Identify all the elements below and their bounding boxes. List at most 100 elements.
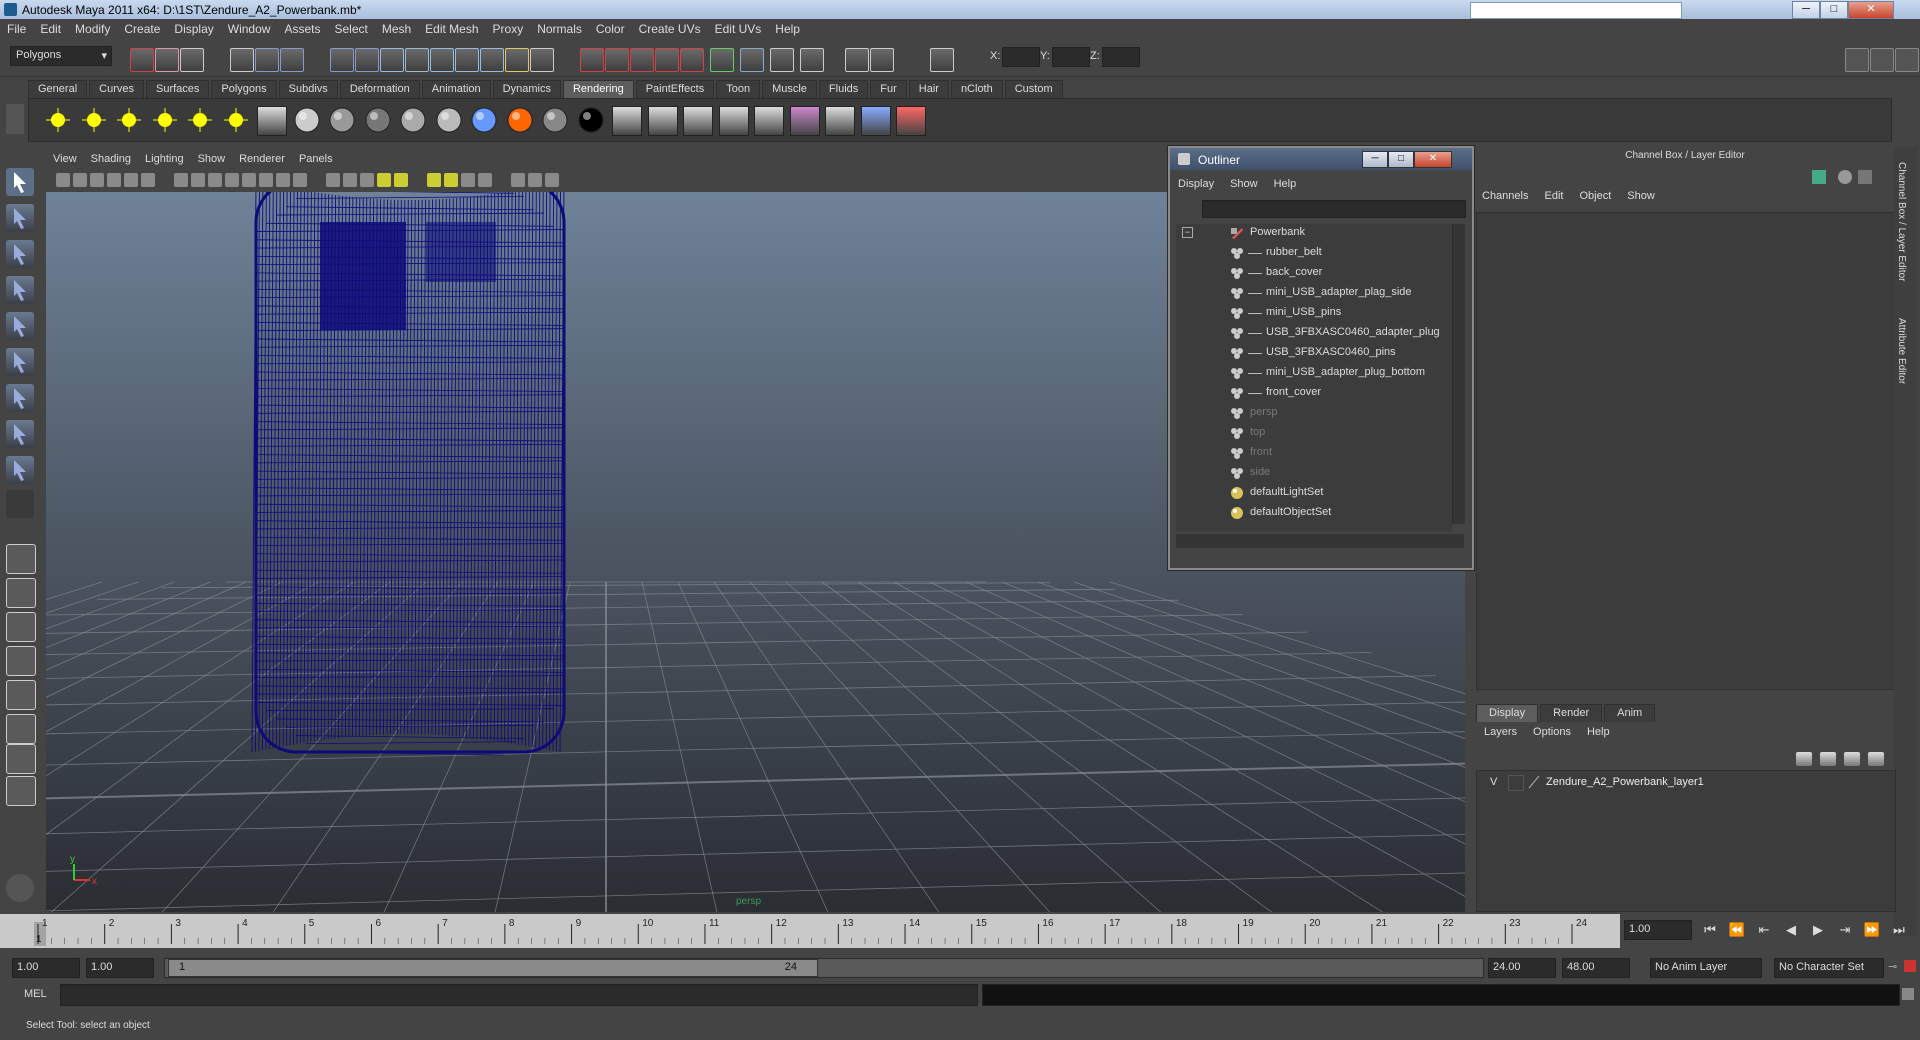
panel-toolbar-icon[interactable] xyxy=(90,173,104,187)
lasso-tool-icon[interactable] xyxy=(6,204,34,232)
panel-toolbar-icon[interactable] xyxy=(56,173,70,187)
layer-visibility-toggle[interactable]: V xyxy=(1490,776,1497,788)
show-manipulator-icon[interactable] xyxy=(6,456,34,484)
shelf-tab-subdivs[interactable]: Subdivs xyxy=(278,80,338,98)
hypershade-layout-icon[interactable] xyxy=(6,680,36,710)
z-coord-field[interactable] xyxy=(1102,47,1140,67)
render-settings-icon[interactable] xyxy=(754,106,784,136)
status-tool-icon[interactable] xyxy=(605,48,629,72)
shelf-tab-rendering[interactable]: Rendering xyxy=(562,80,634,98)
ramp-shader-icon[interactable] xyxy=(470,106,498,134)
panel-toolbar-icon[interactable] xyxy=(427,173,441,187)
panel-toolbar-icon[interactable] xyxy=(107,173,121,187)
layout-menu-icon[interactable] xyxy=(6,776,36,806)
camera-icon[interactable] xyxy=(257,106,287,136)
y-coord-field[interactable] xyxy=(1052,47,1090,67)
status-tool-icon[interactable] xyxy=(655,48,679,72)
shelf-tab-surfaces[interactable]: Surfaces xyxy=(145,80,210,98)
key-icon[interactable]: ⊸ xyxy=(1888,960,1897,973)
panel-toolbar-icon[interactable] xyxy=(191,173,205,187)
panel-toolbar-icon[interactable] xyxy=(461,173,475,187)
outliner-item[interactable]: back_cover xyxy=(1176,264,1446,282)
attribute-editor-side-tab[interactable]: Attribute Editor xyxy=(1896,318,1907,384)
step-forward-frame-icon[interactable]: ⇥ xyxy=(1835,922,1855,938)
ambient-light-icon[interactable] xyxy=(44,106,72,134)
panel-toolbar-icon[interactable] xyxy=(343,173,357,187)
outliner-item[interactable]: rubber_belt xyxy=(1176,244,1446,262)
menu-display[interactable]: Display xyxy=(167,19,220,36)
auto-key-toggle[interactable] xyxy=(1904,960,1916,972)
shelf-tab-polygons[interactable]: Polygons xyxy=(211,80,277,98)
shelf-tab-deformation[interactable]: Deformation xyxy=(339,80,420,98)
panel-toolbar-icon[interactable] xyxy=(511,173,525,187)
status-tool-icon[interactable] xyxy=(710,48,734,72)
hand-tool-icon[interactable] xyxy=(6,874,34,902)
outliner-menu-show[interactable]: Show xyxy=(1222,178,1266,190)
shelf-tab-toon[interactable]: Toon xyxy=(716,80,761,98)
status-tool-icon[interactable] xyxy=(930,48,954,72)
shelf-tab-ncloth[interactable]: nCloth xyxy=(950,80,1003,98)
point-light-icon[interactable] xyxy=(115,106,143,134)
go-to-end-icon[interactable]: ⏭ xyxy=(1889,922,1909,938)
character-set-selector[interactable]: No Character Set xyxy=(1774,958,1884,978)
outliner-item[interactable]: defaultObjectSet xyxy=(1176,504,1446,522)
panel-toolbar-icon[interactable] xyxy=(208,173,222,187)
shelf-tab-custom[interactable]: Custom xyxy=(1004,80,1063,98)
graph-editor-layout-icon[interactable] xyxy=(6,646,36,676)
anim-layer-selector[interactable]: No Anim Layer xyxy=(1650,958,1762,978)
status-tool-icon[interactable] xyxy=(380,48,404,72)
lambert-sphere-icon[interactable] xyxy=(399,106,427,134)
status-tool-icon[interactable] xyxy=(845,48,869,72)
status-tool-icon[interactable] xyxy=(130,48,154,72)
gray-material-icon[interactable] xyxy=(541,106,569,134)
channel-box-menu-channels[interactable]: Channels xyxy=(1474,190,1536,202)
panel-toolbar-icon[interactable] xyxy=(293,173,307,187)
area-light-icon[interactable] xyxy=(186,106,214,134)
playback-start-field[interactable]: 1.00 xyxy=(86,958,154,978)
pin-icon[interactable] xyxy=(1858,170,1872,184)
channel-box-menu-show[interactable]: Show xyxy=(1619,190,1663,202)
render-view-icon[interactable] xyxy=(647,106,678,136)
layer-menu-help[interactable]: Help xyxy=(1579,726,1618,738)
outliner-horizontal-scrollbar[interactable] xyxy=(1176,534,1464,548)
outliner-maximize-button[interactable]: □ xyxy=(1388,151,1414,168)
status-tool-icon[interactable] xyxy=(680,48,704,72)
outliner-item[interactable]: front xyxy=(1176,444,1446,462)
status-tool-icon[interactable] xyxy=(230,48,254,72)
menu-modify[interactable]: Modify xyxy=(68,19,117,36)
script-editor-layout-icon[interactable] xyxy=(6,744,36,774)
play-backward-icon[interactable]: ◀ xyxy=(1781,922,1801,938)
status-tool-icon[interactable] xyxy=(355,48,379,72)
menu-edit[interactable]: Edit xyxy=(33,19,68,36)
outliner-item[interactable]: side xyxy=(1176,464,1446,482)
panel-toolbar-icon[interactable] xyxy=(478,173,492,187)
outliner-filter-input[interactable] xyxy=(1202,200,1466,218)
single-perspective-layout-icon[interactable] xyxy=(6,544,36,574)
script-editor-icon[interactable] xyxy=(1902,988,1914,1000)
layer-tab-render[interactable]: Render xyxy=(1540,704,1603,722)
channel-box-menu-object[interactable]: Object xyxy=(1571,190,1619,202)
four-view-layout-icon[interactable] xyxy=(6,578,36,608)
panel-layout-icon[interactable] xyxy=(1870,48,1894,72)
outliner-menu-help[interactable]: Help xyxy=(1266,178,1305,190)
menu-proxy[interactable]: Proxy xyxy=(486,19,531,36)
layer-menu-options[interactable]: Options xyxy=(1525,726,1579,738)
viewport-menu-shading[interactable]: Shading xyxy=(84,150,138,165)
outliner-item[interactable]: USB_3FBXASC0460_pins xyxy=(1176,344,1446,362)
viewport-menu-panels[interactable]: Panels xyxy=(292,150,340,165)
status-tool-icon[interactable] xyxy=(630,48,654,72)
spot-light-icon[interactable] xyxy=(151,106,179,134)
outliner-menu-display[interactable]: Display xyxy=(1170,178,1222,190)
status-tool-icon[interactable] xyxy=(740,48,764,72)
directional-light-icon[interactable] xyxy=(80,106,108,134)
current-time-field[interactable]: 1.00 xyxy=(1624,920,1692,940)
step-back-frame-icon[interactable]: ⇤ xyxy=(1754,922,1774,938)
viewport-menu-view[interactable]: View xyxy=(46,150,84,165)
outliner-item[interactable]: top xyxy=(1176,424,1446,442)
outliner-item[interactable]: − Powerbank xyxy=(1176,224,1446,242)
x-coord-field[interactable] xyxy=(1002,47,1040,67)
outliner-window[interactable]: Outliner ─ □ ✕ Display Show Help − Powerban… xyxy=(1168,146,1474,570)
status-tool-icon[interactable] xyxy=(580,48,604,72)
status-tool-icon[interactable] xyxy=(770,48,794,72)
expand-collapse-icon[interactable]: − xyxy=(1182,227,1193,238)
